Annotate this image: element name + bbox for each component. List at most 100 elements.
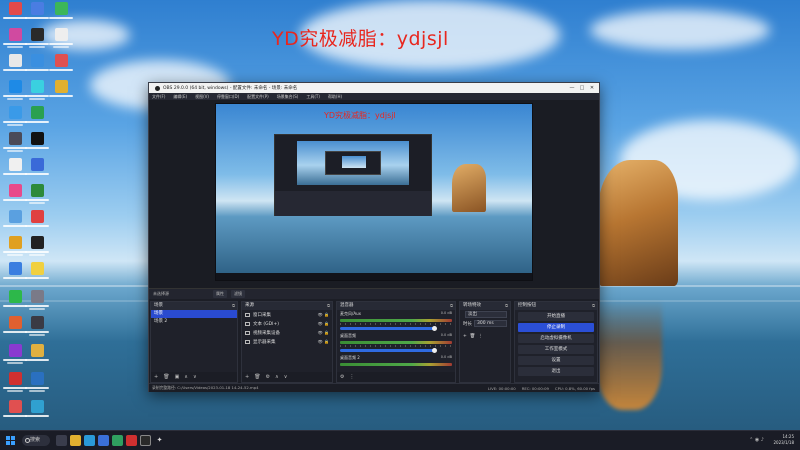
desktop-icon[interactable] [24, 316, 50, 344]
app-icon[interactable]: ✦ [154, 435, 165, 446]
desktop-icon[interactable] [48, 2, 74, 30]
menu-view[interactable]: 视图(V) [195, 94, 209, 100]
add-transition-icon[interactable]: + [463, 334, 467, 339]
desktop-icon[interactable] [24, 262, 50, 290]
desktop-icon[interactable] [24, 372, 50, 400]
recording-path: 录制完整路径: C:/Users/Videos/2023-01-18 14-24… [152, 385, 259, 390]
scene-item[interactable]: 场景 [151, 310, 237, 318]
menu-docks[interactable]: 停靠窗口(D) [217, 94, 239, 100]
studio-mode-button[interactable]: 工作室模式 [518, 345, 594, 354]
transitions-dock: 转场特效 ⧉ 淡出 时长 300 ms + 🗑 ⋮ [459, 301, 511, 383]
desktop-icon[interactable] [24, 158, 50, 186]
sources-dock: 来源 ⧉ 窗口采集 👁 🔒 文本 (GDI+) 👁 🔒 视频采集设备 👁 🔒 显示器采… [241, 301, 333, 383]
task-view-icon[interactable] [56, 435, 67, 446]
exit-button[interactable]: 退出 [518, 367, 594, 376]
menu-scene-collection[interactable]: 场景集合(S) [277, 94, 299, 100]
transition-select[interactable]: 淡出 [465, 311, 507, 318]
minimize-button[interactable]: — [567, 84, 577, 92]
visibility-lock-icons[interactable]: 👁 🔒 [318, 321, 329, 326]
settings-button[interactable]: 设置 [518, 356, 594, 365]
stop-recording-button[interactable]: 停止录制 [518, 323, 594, 332]
dock-options-icon[interactable]: ⧉ [327, 302, 330, 310]
desktop-icon[interactable] [24, 106, 50, 134]
desktop-icon[interactable] [24, 54, 50, 82]
app-icon[interactable] [112, 435, 123, 446]
add-source-icon[interactable]: + [245, 374, 249, 380]
desktop-icon[interactable] [24, 184, 50, 212]
remove-scene-icon[interactable]: 🗑 [163, 374, 169, 380]
mixer-dock-header: 混音器 ⧉ [337, 302, 455, 310]
duration-input[interactable]: 300 ms [474, 320, 507, 327]
obs-taskbar-icon[interactable] [140, 435, 151, 446]
obs-window[interactable]: OBS 29.0.0 (64 bit, windows) - 配置文件: 未命名… [148, 82, 600, 392]
transition-menu-icon[interactable]: ⋮ [478, 334, 483, 339]
source-item[interactable]: 窗口采集 👁 🔒 [242, 310, 332, 319]
sources-dock-toolbar: + 🗑 ⚙ ∧ ∨ [242, 372, 332, 382]
scene-filters-icon[interactable]: ▣ [175, 374, 180, 380]
desktop-icon[interactable] [48, 80, 74, 108]
obs-menu-bar: 文件(F) 编辑(E) 视图(V) 停靠窗口(D) 配置文件(P) 场景集合(S… [149, 93, 599, 100]
desktop-icon[interactable] [24, 80, 50, 108]
file-explorer-icon[interactable] [70, 435, 81, 446]
app-icon[interactable] [126, 435, 137, 446]
move-down-icon[interactable]: ∨ [284, 374, 288, 380]
mixer-settings-icon[interactable]: ⚙ [340, 374, 344, 380]
menu-tools[interactable]: 工具(T) [306, 94, 320, 100]
filters-button[interactable]: 滤镜 [231, 290, 245, 298]
controls-dock-header: 控制按钮 ⧉ [515, 302, 597, 310]
desktop-icon[interactable] [24, 236, 50, 264]
source-item[interactable]: 显示器采集 👁 🔒 [242, 337, 332, 346]
menu-file[interactable]: 文件(F) [152, 94, 165, 100]
virtual-camera-button[interactable]: 启动虚拟摄像机 [518, 334, 594, 343]
desktop-icon[interactable] [24, 400, 50, 428]
remove-source-icon[interactable]: 🗑 [254, 374, 260, 380]
desktop-icon[interactable] [24, 132, 50, 160]
desktop-icon[interactable] [24, 290, 50, 318]
menu-profile[interactable]: 配置文件(P) [247, 94, 269, 100]
program-preview[interactable]: YD究极减脂：ydjsjl [215, 103, 533, 281]
dock-options-icon[interactable]: ⧉ [232, 302, 235, 310]
system-tray-icons[interactable]: ⌃ ◉ ♪ [749, 437, 764, 443]
clock[interactable]: 14:25 2023/1/18 [773, 434, 794, 446]
remove-transition-icon[interactable]: 🗑 [470, 334, 476, 339]
move-down-icon[interactable]: ∨ [193, 374, 197, 380]
mixer-channel: 麦克风/Aux 0.0 dB [337, 310, 455, 332]
desktop-icon[interactable] [24, 2, 50, 30]
text-icon [245, 321, 250, 326]
scene-item[interactable]: 场景 2 [151, 318, 237, 326]
source-item[interactable]: 文本 (GDI+) 👁 🔒 [242, 319, 332, 328]
source-settings-icon[interactable]: ⚙ [266, 374, 270, 380]
dock-options-icon[interactable]: ⧉ [505, 302, 508, 310]
move-up-icon[interactable]: ∧ [184, 374, 188, 380]
desktop-icon[interactable] [24, 344, 50, 372]
start-icon[interactable] [6, 436, 15, 445]
maximize-button[interactable]: □ [577, 84, 587, 92]
obs-title-bar[interactable]: OBS 29.0.0 (64 bit, windows) - 配置文件: 未命名… [149, 83, 599, 93]
visibility-lock-icons[interactable]: 👁 🔒 [318, 312, 329, 317]
dock-options-icon[interactable]: ⧉ [450, 302, 453, 310]
add-scene-icon[interactable]: + [154, 374, 158, 380]
desktop-icon[interactable] [48, 28, 74, 56]
mixer-menu-icon[interactable]: ⋮ [349, 374, 354, 380]
menu-edit[interactable]: 编辑(E) [173, 94, 187, 100]
edge-icon[interactable] [84, 435, 95, 446]
volume-slider[interactable] [340, 326, 438, 331]
volume-meter [340, 341, 452, 344]
store-icon[interactable] [98, 435, 109, 446]
source-item[interactable]: 视频采集设备 👁 🔒 [242, 328, 332, 337]
close-button[interactable]: ✕ [587, 84, 597, 92]
start-streaming-button[interactable]: 开始直播 [518, 312, 594, 321]
desktop-icon[interactable] [24, 210, 50, 238]
desktop-icon[interactable] [24, 28, 50, 56]
taskbar-search[interactable]: 搜索 [22, 435, 50, 446]
nested-obs-preview [274, 134, 432, 216]
move-up-icon[interactable]: ∧ [275, 374, 279, 380]
preview-rock [452, 164, 486, 212]
dock-options-icon[interactable]: ⧉ [592, 302, 595, 310]
volume-slider[interactable] [340, 348, 438, 353]
visibility-lock-icons[interactable]: 👁 🔒 [318, 330, 329, 335]
menu-help[interactable]: 帮助(H) [328, 94, 342, 100]
properties-button[interactable]: 属性 [213, 290, 227, 298]
desktop-icon[interactable] [48, 54, 74, 82]
visibility-lock-icons[interactable]: 👁 🔒 [318, 339, 329, 344]
